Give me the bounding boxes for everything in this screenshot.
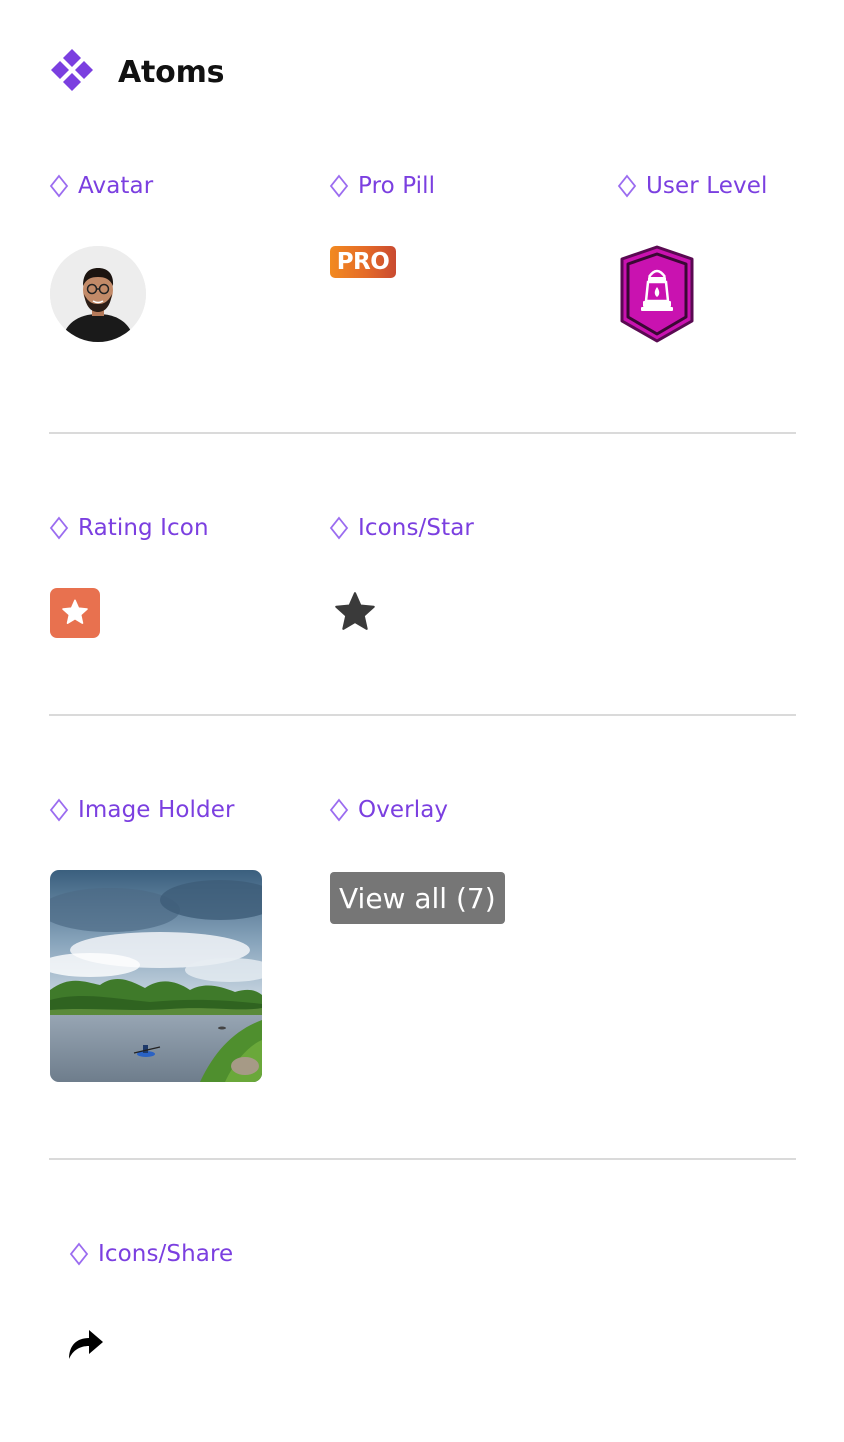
avatar[interactable] [50, 246, 146, 342]
share-arrow-icon [69, 1330, 103, 1359]
pro-pill-label[interactable]: Pro Pill [329, 173, 435, 199]
view-all-overlay[interactable]: View all (7) [330, 872, 505, 924]
star-icon [62, 599, 88, 624]
overlay-label[interactable]: Overlay [329, 797, 448, 823]
user-level-label[interactable]: User Level [617, 173, 767, 199]
pro-pill-badge: PRO [330, 246, 396, 278]
component-diamond-icon [49, 174, 69, 198]
component-diamond-icon [329, 174, 349, 198]
icons-share-label[interactable]: Icons/Share [69, 1241, 233, 1267]
component-diamond-icon [329, 798, 349, 822]
avatar-label[interactable]: Avatar [49, 173, 153, 199]
component-diamond-icon [617, 174, 637, 198]
rating-icon-label-text: Rating Icon [78, 515, 209, 541]
user-level-badge [618, 245, 696, 348]
star-icon [335, 592, 375, 630]
page-header: Atoms [50, 48, 224, 97]
user-level-label-text: User Level [646, 173, 768, 199]
icons-star-label-text: Icons/Star [358, 515, 474, 541]
share-icon-standalone[interactable] [67, 1327, 105, 1366]
pro-pill-label-text: Pro Pill [358, 173, 436, 199]
section-divider [49, 1158, 796, 1160]
component-diamond-icon [49, 516, 69, 540]
river-landscape-image [50, 870, 262, 1082]
page-title: Atoms [118, 55, 225, 90]
section-divider [49, 714, 796, 716]
icons-share-label-text: Icons/Share [98, 1241, 234, 1267]
star-icon-standalone [330, 588, 380, 643]
image-holder-label[interactable]: Image Holder [49, 797, 235, 823]
avatar-label-text: Avatar [78, 173, 154, 199]
overlay-label-text: Overlay [358, 797, 449, 823]
icons-star-label[interactable]: Icons/Star [329, 515, 474, 541]
rating-icon [50, 588, 100, 638]
image-holder[interactable] [50, 870, 262, 1082]
component-diamond-icon [49, 798, 69, 822]
atoms-page: Atoms Avatar Pro Pill User Level PRO Rat… [0, 0, 844, 1442]
components-diamond-icon [50, 48, 94, 97]
section-divider [49, 432, 796, 434]
component-diamond-icon [69, 1242, 89, 1266]
image-holder-label-text: Image Holder [78, 797, 235, 823]
component-diamond-icon [329, 516, 349, 540]
user-avatar-photo [50, 246, 146, 342]
lantern-badge-icon [620, 245, 694, 343]
rating-icon-label[interactable]: Rating Icon [49, 515, 209, 541]
